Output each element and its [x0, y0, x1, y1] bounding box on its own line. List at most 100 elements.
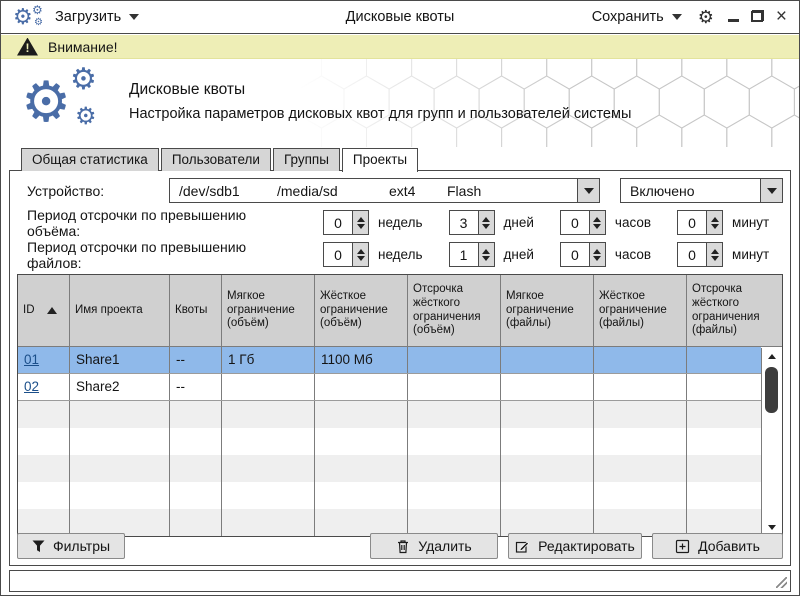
app-logo-icon: ⚙ ⚙ ⚙: [21, 65, 117, 143]
close-icon: ×: [776, 11, 787, 23]
minimize-button[interactable]: [728, 10, 739, 25]
scroll-up-icon: [768, 354, 776, 359]
column-header-3[interactable]: Квоты: [170, 275, 222, 346]
table-cell: [70, 509, 170, 536]
minutes-spinner[interactable]: 0: [677, 210, 723, 235]
gear-icon: ⚙: [34, 18, 43, 28]
filters-button[interactable]: Фильтры: [17, 533, 125, 559]
grace-volume-row: Период отсрочки по превышению объёма: 0 …: [17, 210, 783, 235]
save-menu-label: Сохранить: [592, 9, 664, 25]
table-cell: [501, 428, 594, 455]
spinner-buttons[interactable]: [706, 211, 722, 234]
column-header-9[interactable]: Отсрочка жёсткого ограничения (файлы): [687, 275, 782, 346]
grace-files-days: 1 дней: [449, 242, 534, 267]
add-button[interactable]: Добавить: [652, 533, 783, 559]
table-empty-row: [18, 482, 761, 509]
status-bar: [9, 570, 791, 592]
settings-gear-icon[interactable]: ⚙: [698, 8, 714, 26]
table-empty-row: [18, 509, 761, 536]
column-header-7[interactable]: Мягкое ограничение (файлы): [501, 275, 594, 346]
spinner-value: 0: [324, 243, 352, 266]
tab-2[interactable]: Пользователи: [161, 148, 271, 171]
table-cell: [18, 428, 70, 455]
table-header: IDИмя проектаКвотыМягкое ограничение (об…: [18, 275, 782, 347]
close-button[interactable]: ×: [776, 10, 787, 25]
warning-text: Внимание!: [48, 39, 118, 55]
sort-ascending-icon: [47, 307, 57, 314]
table-cell: [594, 482, 687, 509]
table-cell: [222, 428, 315, 455]
spin-up-icon: [711, 217, 719, 222]
edit-label: Редактировать: [538, 538, 635, 554]
save-menu-button[interactable]: Сохранить: [586, 5, 688, 29]
spinner-buttons[interactable]: [352, 243, 368, 266]
quota-status-select[interactable]: Включено: [620, 178, 783, 203]
hexagon-fade: [299, 59, 799, 147]
action-buttons: Фильтры Удалить Редактировать: [17, 533, 783, 559]
status-dropdown-button[interactable]: [760, 179, 782, 202]
table-row[interactable]: 01Share1--1 Гб1100 Мб: [18, 347, 761, 374]
column-header-5[interactable]: Жёсткое ограничение (объём): [315, 275, 408, 346]
table-cell: [170, 428, 222, 455]
table-cell: 1100 Мб: [315, 347, 408, 373]
table-cell: [408, 374, 501, 400]
spinner-buttons[interactable]: [478, 211, 494, 234]
spinner-buttons[interactable]: [478, 243, 494, 266]
table-cell: [18, 509, 70, 536]
column-header-2[interactable]: Имя проекта: [70, 275, 170, 346]
device-select[interactable]: /dev/sdb1/media/sdext4Flash: [169, 178, 600, 203]
minutes-spinner[interactable]: 0: [677, 242, 723, 267]
spinner-buttons[interactable]: [706, 243, 722, 266]
spin-up-icon: [482, 249, 490, 254]
table-cell: [222, 482, 315, 509]
edit-button[interactable]: Редактировать: [508, 533, 642, 559]
table-cell: [687, 347, 761, 373]
spinner-buttons[interactable]: [589, 243, 605, 266]
main-panel: Устройство: /dev/sdb1/media/sdext4Flash …: [9, 170, 791, 566]
unit-label: недель: [378, 247, 423, 262]
days-spinner[interactable]: 3: [449, 210, 495, 235]
table-cell: [18, 401, 70, 428]
hours-spinner[interactable]: 0: [560, 242, 606, 267]
delete-button[interactable]: Удалить: [370, 533, 498, 559]
weeks-spinner[interactable]: 0: [323, 210, 369, 235]
weeks-spinner[interactable]: 0: [323, 242, 369, 267]
row-id-link[interactable]: 02: [24, 379, 39, 394]
grace-files-row: Период отсрочки по превышению файлов: 0 …: [17, 242, 783, 267]
tab-1[interactable]: Общая статистика: [21, 148, 159, 171]
spinner-buttons[interactable]: [589, 211, 605, 234]
column-header-label: Отсрочка жёсткого ограничения (объём): [413, 283, 495, 338]
grace-files-hours: 0 часов: [560, 242, 651, 267]
tab-3[interactable]: Группы: [273, 148, 340, 171]
table-cell: [315, 401, 408, 428]
table-row[interactable]: 02Share2--: [18, 374, 761, 401]
unit-label: дней: [504, 215, 534, 230]
column-header-4[interactable]: Мягкое ограничение (объём): [222, 275, 315, 346]
unit-label: дней: [504, 247, 534, 262]
column-header-1[interactable]: ID: [18, 275, 70, 346]
spinner-buttons[interactable]: [352, 211, 368, 234]
table-cell: [70, 428, 170, 455]
table-cell: [170, 401, 222, 428]
unit-label: минут: [732, 247, 769, 262]
chevron-down-icon: [584, 188, 594, 194]
row-id-link[interactable]: 01: [24, 352, 39, 367]
days-spinner[interactable]: 1: [449, 242, 495, 267]
table-cell: [687, 401, 761, 428]
hours-spinner[interactable]: 0: [560, 210, 606, 235]
load-menu-button[interactable]: Загрузить: [49, 5, 145, 29]
spinner-value: 0: [561, 243, 589, 266]
table-cell: [222, 374, 315, 400]
table-cell: [70, 401, 170, 428]
device-dropdown-button[interactable]: [577, 179, 599, 202]
tab-4[interactable]: Проекты: [342, 148, 418, 172]
column-header-6[interactable]: Отсрочка жёсткого ограничения (объём): [408, 275, 501, 346]
page-subtitle: Настройка параметров дисковых квот для г…: [129, 106, 631, 122]
vertical-scrollbar[interactable]: [761, 348, 782, 536]
resize-grip[interactable]: [776, 577, 787, 588]
restore-button[interactable]: [751, 10, 764, 25]
scroll-up-button[interactable]: [762, 349, 782, 364]
scrollbar-thumb[interactable]: [765, 367, 778, 413]
table-cell: [687, 509, 761, 536]
column-header-8[interactable]: Жёсткое ограничение (файлы): [594, 275, 687, 346]
